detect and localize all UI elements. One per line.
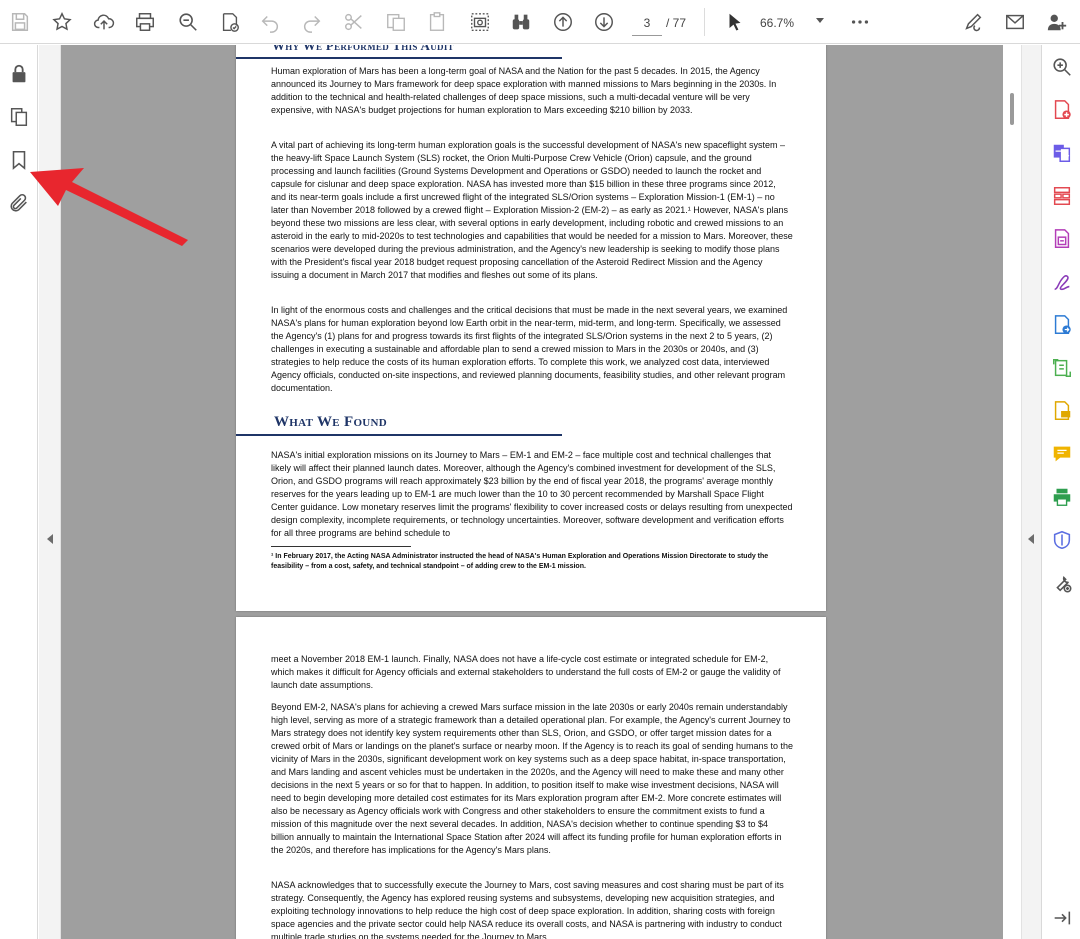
document-scrollbar[interactable] bbox=[1003, 45, 1021, 939]
binoculars-icon[interactable] bbox=[507, 8, 535, 36]
scrollbar-thumb[interactable] bbox=[1010, 93, 1014, 125]
page-down-icon[interactable] bbox=[590, 8, 618, 36]
print-production-icon[interactable] bbox=[1048, 483, 1076, 511]
cut-icon[interactable] bbox=[340, 8, 368, 36]
undo-icon[interactable] bbox=[256, 8, 284, 36]
collapse-panel-icon[interactable] bbox=[1048, 904, 1076, 932]
section-heading: Why We Performed This Audit bbox=[272, 45, 454, 53]
paragraph: NASA's initial exploration missions on i… bbox=[271, 450, 793, 538]
left-navigation-rail bbox=[0, 45, 38, 939]
snapshot-icon[interactable] bbox=[466, 8, 494, 36]
right-panel-collapse-strip[interactable] bbox=[1021, 45, 1041, 939]
right-tools-rail bbox=[1041, 45, 1080, 939]
pdf-page: meet a November 2018 EM-1 launch. Finall… bbox=[236, 617, 826, 939]
add-user-icon[interactable] bbox=[1043, 8, 1071, 36]
scan-ocr-icon[interactable] bbox=[1048, 354, 1076, 382]
organize-pages-icon[interactable] bbox=[1048, 182, 1076, 210]
more-icon[interactable] bbox=[846, 8, 874, 36]
edit-pdf-icon[interactable] bbox=[1048, 225, 1076, 253]
section-heading: What We Found bbox=[274, 414, 388, 430]
document-viewport[interactable]: Why We Performed This Audit Human explor… bbox=[61, 45, 1003, 939]
paragraph: In light of the enormous costs and chall… bbox=[271, 305, 788, 393]
footnote: ¹ In February 2017, the Acting NASA Admi… bbox=[271, 553, 769, 570]
paragraph: Human exploration of Mars has been a lon… bbox=[271, 66, 777, 115]
paste-icon[interactable] bbox=[423, 8, 451, 36]
page-number-input[interactable]: 3 bbox=[632, 10, 662, 36]
zoom-pages-icon[interactable] bbox=[1048, 53, 1076, 81]
paragraph: meet a November 2018 EM-1 launch. Finall… bbox=[271, 654, 781, 690]
page-up-icon[interactable] bbox=[549, 8, 577, 36]
export-pdf-icon[interactable] bbox=[1048, 139, 1076, 167]
chevron-down-icon[interactable] bbox=[816, 18, 824, 23]
fill-sign-icon[interactable] bbox=[1048, 268, 1076, 296]
footnote-rule bbox=[271, 546, 411, 547]
paragraph: Beyond EM-2, NASA's plans for achieving … bbox=[271, 702, 794, 855]
send-for-signature-icon[interactable] bbox=[1048, 311, 1076, 339]
pdf-page: Why We Performed This Audit Human explor… bbox=[236, 45, 826, 611]
redo-icon[interactable] bbox=[298, 8, 326, 36]
copy-icon[interactable] bbox=[382, 8, 410, 36]
print-icon[interactable] bbox=[131, 8, 159, 36]
attachment-icon[interactable] bbox=[5, 189, 33, 217]
zoom-level-select[interactable]: 66.7% bbox=[760, 10, 830, 36]
paragraph: A vital part of achieving its long-term … bbox=[271, 140, 793, 280]
bookmark-star-icon[interactable] bbox=[48, 8, 76, 36]
left-panel-collapse-strip[interactable] bbox=[39, 45, 61, 939]
expand-right-panel-icon[interactable] bbox=[1028, 534, 1034, 544]
upload-icon[interactable] bbox=[90, 8, 118, 36]
create-pdf-icon[interactable] bbox=[1048, 96, 1076, 124]
lock-icon[interactable] bbox=[5, 60, 33, 88]
comment-file-icon[interactable] bbox=[1048, 397, 1076, 425]
page-total-label: / 77 bbox=[666, 16, 687, 30]
save-icon[interactable] bbox=[6, 8, 34, 36]
email-icon[interactable] bbox=[1001, 8, 1029, 36]
certify-icon[interactable] bbox=[216, 8, 244, 36]
protect-icon[interactable] bbox=[1048, 526, 1076, 554]
section-rule bbox=[236, 57, 562, 59]
zoom-search-icon[interactable] bbox=[174, 8, 202, 36]
comment-icon[interactable] bbox=[1048, 440, 1076, 468]
tools-icon[interactable] bbox=[1048, 569, 1076, 597]
top-toolbar: 3 / 77 66.7% bbox=[0, 0, 1080, 44]
expand-left-panel-icon[interactable] bbox=[47, 534, 53, 544]
page-thumbnails-icon[interactable] bbox=[5, 103, 33, 131]
paragraph: NASA acknowledges that to successfully e… bbox=[271, 880, 784, 939]
select-cursor-icon[interactable] bbox=[721, 8, 749, 36]
bookmark-icon[interactable] bbox=[5, 146, 33, 174]
section-rule bbox=[236, 434, 562, 436]
share-link-icon[interactable] bbox=[959, 8, 987, 36]
